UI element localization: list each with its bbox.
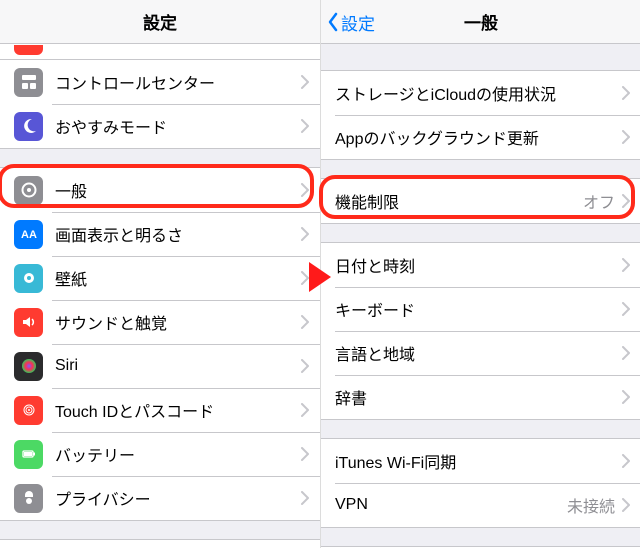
general-row[interactable]: ストレージとiCloudの使用状況 xyxy=(321,71,640,115)
row-label: 言語と地域 xyxy=(335,341,621,365)
siri-icon xyxy=(14,352,43,381)
chevron-right-icon xyxy=(300,104,320,148)
row-label: 壁紙 xyxy=(55,266,300,290)
general-row[interactable]: iTunes Wi-Fi同期 xyxy=(321,439,640,483)
settings-row-control-center[interactable]: コントロールセンター xyxy=(0,60,320,104)
chevron-right-icon xyxy=(300,540,320,548)
step-arrow-icon xyxy=(305,260,335,294)
sound-icon xyxy=(14,308,43,337)
row-label: 辞書 xyxy=(335,385,621,409)
row-label: 日付と時刻 xyxy=(335,253,621,277)
settings-row-privacy[interactable]: プライバシー xyxy=(0,476,320,520)
settings-row-moon[interactable]: おやすみモード xyxy=(0,104,320,148)
chevron-right-icon xyxy=(621,71,640,115)
chevron-right-icon xyxy=(621,179,640,223)
gear-icon xyxy=(14,176,43,205)
chevron-right-icon xyxy=(621,375,640,419)
row-detail: オフ xyxy=(583,189,621,213)
settings-screen: 設定 コントロールセンターおやすみモード一般 AA 画面表示と明るさ壁紙サウンドと触… xyxy=(0,0,320,548)
settings-row-siri[interactable]: Siri xyxy=(0,344,320,388)
chevron-right-icon xyxy=(621,439,640,483)
row-label: コントロールセンター xyxy=(55,70,300,94)
chevron-right-icon xyxy=(621,243,640,287)
moon-icon xyxy=(14,112,43,141)
row-label: プライバシー xyxy=(55,486,300,510)
row-label: 一般 xyxy=(55,178,300,202)
control-center-icon xyxy=(14,68,43,97)
general-row[interactable]: 日付と時刻 xyxy=(321,243,640,287)
general-row[interactable]: 機能制限オフ xyxy=(321,179,640,223)
chevron-right-icon xyxy=(300,344,320,388)
general-row[interactable]: Appのバックグラウンド更新 xyxy=(321,115,640,159)
general-screen: 設定 一般 ストレージとiCloudの使用状況Appのバックグラウンド更新機能制… xyxy=(321,0,640,548)
chevron-right-icon xyxy=(300,476,320,520)
chevron-right-icon xyxy=(300,168,320,212)
row-label: 機能制限 xyxy=(335,189,583,213)
privacy-icon xyxy=(14,484,43,513)
battery-icon xyxy=(14,440,43,469)
row-label: Touch IDとパスコード xyxy=(55,398,300,422)
touchid-icon xyxy=(14,396,43,425)
wallpaper-icon xyxy=(14,264,43,293)
chevron-right-icon xyxy=(300,60,320,104)
row-label: Appのバックグラウンド更新 xyxy=(335,125,621,149)
chevron-left-icon xyxy=(327,12,339,32)
chevron-right-icon xyxy=(621,287,640,331)
row-detail: 未接続 xyxy=(567,493,621,517)
svg-text:AA: AA xyxy=(21,229,37,241)
settings-row-aa[interactable]: AA 画面表示と明るさ xyxy=(0,212,320,256)
nav-title-right: 一般 xyxy=(464,9,498,34)
row-label: バッテリー xyxy=(55,442,300,466)
general-row[interactable]: VPN未接続 xyxy=(321,483,640,527)
settings-row-appstore[interactable]: iTunes StoreとApp Store xyxy=(0,540,320,548)
row-label: キーボード xyxy=(335,297,621,321)
settings-row-sound[interactable]: サウンドと触覚 xyxy=(0,300,320,344)
navbar-left: 設定 xyxy=(0,0,320,44)
row-label: サウンドと触覚 xyxy=(55,310,300,334)
chevron-right-icon xyxy=(621,115,640,159)
row-label: VPN xyxy=(335,496,567,514)
row-label: iTunes Wi-Fi同期 xyxy=(335,449,621,473)
settings-row-gear[interactable]: 一般 xyxy=(0,168,320,212)
back-button[interactable]: 設定 xyxy=(327,0,375,44)
chevron-right-icon xyxy=(300,432,320,476)
settings-row-wallpaper[interactable]: 壁紙 xyxy=(0,256,320,300)
chevron-right-icon xyxy=(300,212,320,256)
settings-row-touchid[interactable]: Touch IDとパスコード xyxy=(0,388,320,432)
general-row[interactable]: 辞書 xyxy=(321,375,640,419)
row-label: おやすみモード xyxy=(55,114,300,138)
settings-row-battery[interactable]: バッテリー xyxy=(0,432,320,476)
back-label: 設定 xyxy=(341,10,375,35)
chevron-right-icon xyxy=(621,331,640,375)
general-row[interactable]: 言語と地域 xyxy=(321,331,640,375)
row-label: 画面表示と明るさ xyxy=(55,222,300,246)
aa-icon: AA xyxy=(14,220,43,249)
nav-title-left: 設定 xyxy=(143,9,177,34)
chevron-right-icon xyxy=(300,300,320,344)
chevron-right-icon xyxy=(300,388,320,432)
general-row[interactable]: キーボード xyxy=(321,287,640,331)
row-label: Siri xyxy=(55,357,300,375)
partial-row-top xyxy=(0,44,320,60)
chevron-right-icon xyxy=(621,483,640,527)
row-label: ストレージとiCloudの使用状況 xyxy=(335,81,621,105)
navbar-right: 設定 一般 xyxy=(321,0,640,44)
